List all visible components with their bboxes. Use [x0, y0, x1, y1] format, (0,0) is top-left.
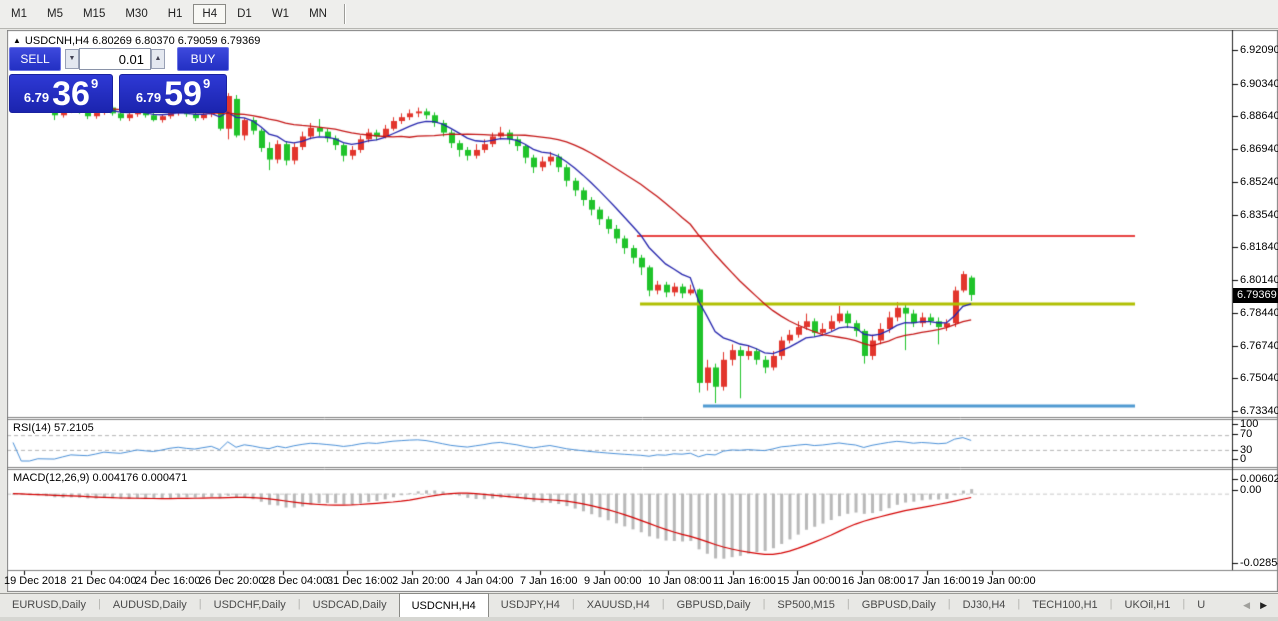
chart-tab-usdcnh-h4[interactable]: USDCNH,H4 [399, 593, 489, 617]
toolbar-separator [344, 4, 346, 24]
tabs-scroll-right-icon[interactable]: ▶ [1255, 600, 1272, 611]
timeframe-button-m5[interactable]: M5 [38, 4, 72, 24]
price-axis-label: 6.80140 [1240, 274, 1278, 286]
time-axis-label: 17 Jan 16:00 [907, 575, 971, 587]
time-axis-label: 19 Dec 2018 [4, 575, 66, 587]
chart-tab-bar: EURUSD,Daily|AUDUSD,Daily|USDCHF,Daily|U… [0, 593, 1278, 617]
time-axis-label: 7 Jan 16:00 [520, 575, 578, 587]
buy-price-pip: 9 [203, 76, 210, 91]
timeframe-button-m30[interactable]: M30 [116, 4, 156, 24]
macd-indicator-label: MACD(12,26,9) 0.004176 0.000471 [13, 472, 187, 484]
price-axis-label: 6.86940 [1240, 143, 1278, 155]
timeframe-button-h1[interactable]: H1 [159, 4, 192, 24]
current-price-tag: 6.79369 [1233, 288, 1278, 303]
buy-price-big: 59 [164, 79, 202, 109]
time-axis-label: 31 Dec 16:00 [327, 575, 392, 587]
sell-price-prefix: 6.79 [24, 90, 49, 105]
time-axis-label: 26 Dec 20:00 [199, 575, 264, 587]
time-axis-label: 10 Jan 08:00 [648, 575, 712, 587]
chart-tab-usdjpy-h4[interactable]: USDJPY,H4 [489, 594, 572, 617]
price-axis-label: 6.75040 [1240, 372, 1278, 384]
indicator-axis-label: -0.028549 [1240, 557, 1278, 569]
timeframe-button-m1[interactable]: M1 [2, 4, 36, 24]
price-axis-label: 6.85240 [1240, 176, 1278, 188]
price-axis-label: 6.76740 [1240, 340, 1278, 352]
price-axis-label: 6.88640 [1240, 110, 1278, 122]
chart-tab-sp500-m15[interactable]: SP500,M15 [765, 594, 846, 617]
time-axis-label: 2 Jan 20:00 [392, 575, 450, 587]
volume-input[interactable] [79, 48, 151, 70]
buy-price-tile[interactable]: 6.79 59 9 [119, 74, 227, 113]
sell-price-tile[interactable]: 6.79 36 9 [9, 74, 113, 113]
chart-tab-xauusd-h4[interactable]: XAUUSD,H4 [575, 594, 662, 617]
chart-tab-usdchf-daily[interactable]: USDCHF,Daily [202, 594, 298, 617]
chart-tab-dj30-h4[interactable]: DJ30,H4 [951, 594, 1018, 617]
time-axis-label: 21 Dec 04:00 [71, 575, 136, 587]
chart-title-text: USDCNH,H4 6.80269 6.80370 6.79059 6.7936… [25, 35, 260, 47]
time-axis-label: 9 Jan 00:00 [584, 575, 642, 587]
time-axis-label: 4 Jan 04:00 [456, 575, 514, 587]
chart-tab-u[interactable]: U [1185, 594, 1217, 617]
volume-decrease-button[interactable]: ▼ [65, 49, 79, 69]
time-axis-label: 11 Jan 16:00 [713, 575, 776, 587]
sell-price-pip: 9 [91, 76, 98, 91]
timeframe-button-m15[interactable]: M15 [74, 4, 114, 24]
price-axis-label: 6.73340 [1240, 405, 1278, 417]
time-axis-label: 16 Jan 08:00 [842, 575, 906, 587]
indicator-axis-label: 0 [1240, 453, 1246, 465]
chart-window: ▲ USDCNH,H4 6.80269 6.80370 6.79059 6.793… [7, 30, 1278, 592]
buy-price-prefix: 6.79 [136, 90, 161, 105]
timeframe-button-d1[interactable]: D1 [228, 4, 261, 24]
mt4-terminal: M1M5M15M30H1H4D1W1MN ▲ USDCNH,H4 6.80269 … [0, 0, 1278, 621]
status-strip [0, 617, 1278, 621]
price-axis-label: 6.83540 [1240, 209, 1278, 221]
buy-button[interactable]: BUY [177, 47, 229, 71]
chart-title: ▲ USDCNH,H4 6.80269 6.80370 6.79059 6.793… [13, 35, 260, 47]
timeframe-button-mn[interactable]: MN [300, 4, 336, 24]
indicator-axis-label: 0.00 [1240, 484, 1261, 496]
time-axis-label: 15 Jan 00:00 [777, 575, 841, 587]
price-axis-label: 6.81840 [1240, 241, 1278, 253]
price-axis-label: 6.90340 [1240, 78, 1278, 90]
chart-tab-eurusd-daily[interactable]: EURUSD,Daily [0, 594, 98, 617]
indicator-axis-label: 70 [1240, 428, 1252, 440]
timeframe-button-w1[interactable]: W1 [263, 4, 298, 24]
rsi-indicator-label: RSI(14) 57.2105 [13, 422, 94, 434]
chart-tab-ukoil-h1[interactable]: UKOil,H1 [1113, 594, 1183, 617]
timeframe-toolbar: M1M5M15M30H1H4D1W1MN [0, 0, 1278, 29]
chart-tab-gbpusd-daily[interactable]: GBPUSD,Daily [665, 594, 763, 617]
time-axis-label: 24 Dec 16:00 [135, 575, 200, 587]
chart-tab-usdcad-daily[interactable]: USDCAD,Daily [301, 594, 399, 617]
price-axis-label: 6.78440 [1240, 307, 1278, 319]
price-axis-label: 6.92090 [1240, 44, 1278, 56]
tabs-scroll-left-icon[interactable]: ◀ [1238, 600, 1255, 611]
timeframe-button-h4[interactable]: H4 [193, 4, 226, 24]
time-axis-label: 28 Dec 04:00 [263, 575, 328, 587]
sell-price-big: 36 [52, 79, 90, 109]
collapse-panel-icon[interactable]: ▲ [13, 36, 21, 45]
sell-button[interactable]: SELL [9, 47, 61, 71]
chart-tab-audusd-daily[interactable]: AUDUSD,Daily [101, 594, 199, 617]
time-axis-label: 19 Jan 00:00 [972, 575, 1036, 587]
chart-tab-tech100-h1[interactable]: TECH100,H1 [1020, 594, 1109, 617]
chart-tab-gbpusd-daily[interactable]: GBPUSD,Daily [850, 594, 948, 617]
one-click-trading-panel: SELL ▼ ▲ BUY 6.79 36 9 6.79 59 9 [9, 47, 229, 115]
volume-increase-button[interactable]: ▲ [151, 49, 165, 69]
